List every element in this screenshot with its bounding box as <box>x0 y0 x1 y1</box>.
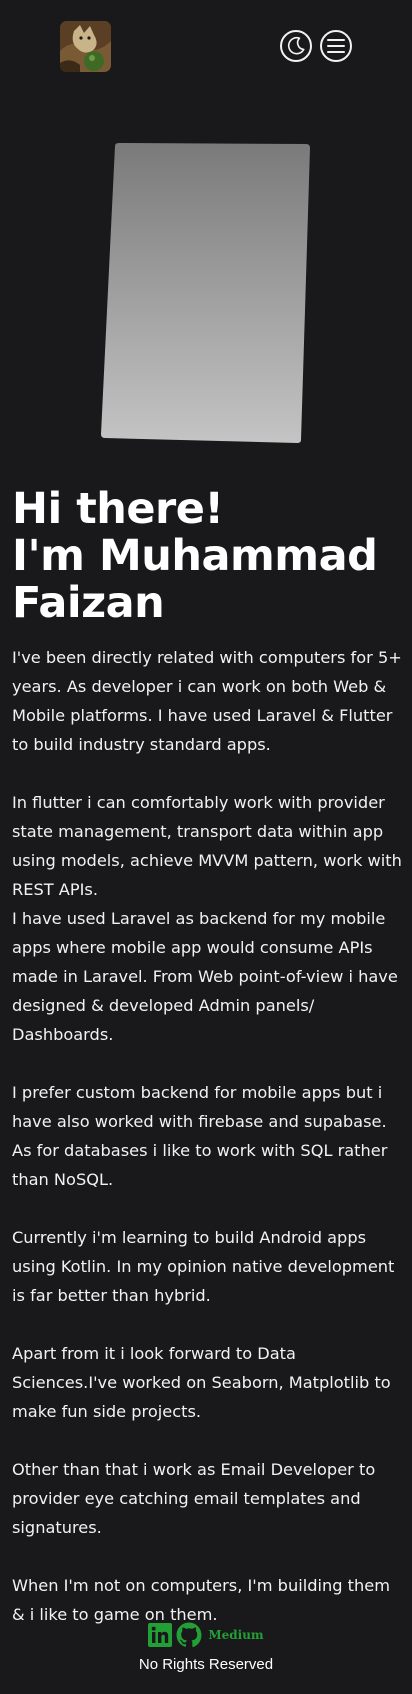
moon-icon <box>287 36 305 55</box>
linkedin-link[interactable] <box>148 1623 173 1647</box>
bio-paragraph: In flutter i can comfortably work with p… <box>12 793 402 899</box>
copyright-text: No Rights Reserved <box>138 1656 274 1673</box>
bio-paragraph: Currently i'm learning to build Android … <box>12 1228 395 1305</box>
avatar[interactable] <box>60 21 111 72</box>
profile-photo <box>101 143 310 443</box>
avatar-image <box>60 21 111 72</box>
page-title: Hi there! I'm Muhammad Faizan <box>12 486 407 627</box>
bio-paragraph: I've been directly related with computer… <box>12 648 402 754</box>
greeting-text: Hi there! <box>12 484 224 534</box>
site-footer: Medium No Rights Reserved <box>0 1620 412 1673</box>
github-icon <box>176 1622 202 1648</box>
medium-link[interactable]: Medium <box>208 1628 263 1642</box>
github-link[interactable] <box>176 1622 202 1648</box>
bio-paragraph: I have used Laravel as backend for my mo… <box>12 909 398 1044</box>
bio-section: I've been directly related with computer… <box>12 643 405 1658</box>
menu-icon <box>327 39 345 53</box>
menu-button[interactable] <box>320 30 352 62</box>
bio-paragraph: Other than that i work as Email Develope… <box>12 1460 376 1537</box>
site-header <box>0 0 412 92</box>
linkedin-icon <box>148 1623 173 1647</box>
social-links: Medium <box>0 1620 412 1650</box>
name-line-1: I'm Muhammad <box>12 531 378 581</box>
theme-toggle-button[interactable] <box>280 30 312 62</box>
name-line-2: Faizan <box>12 578 165 628</box>
bio-paragraph: Apart from it i look forward to Data Sci… <box>12 1344 391 1421</box>
bio-paragraph: I prefer custom backend for mobile apps … <box>12 1083 388 1189</box>
